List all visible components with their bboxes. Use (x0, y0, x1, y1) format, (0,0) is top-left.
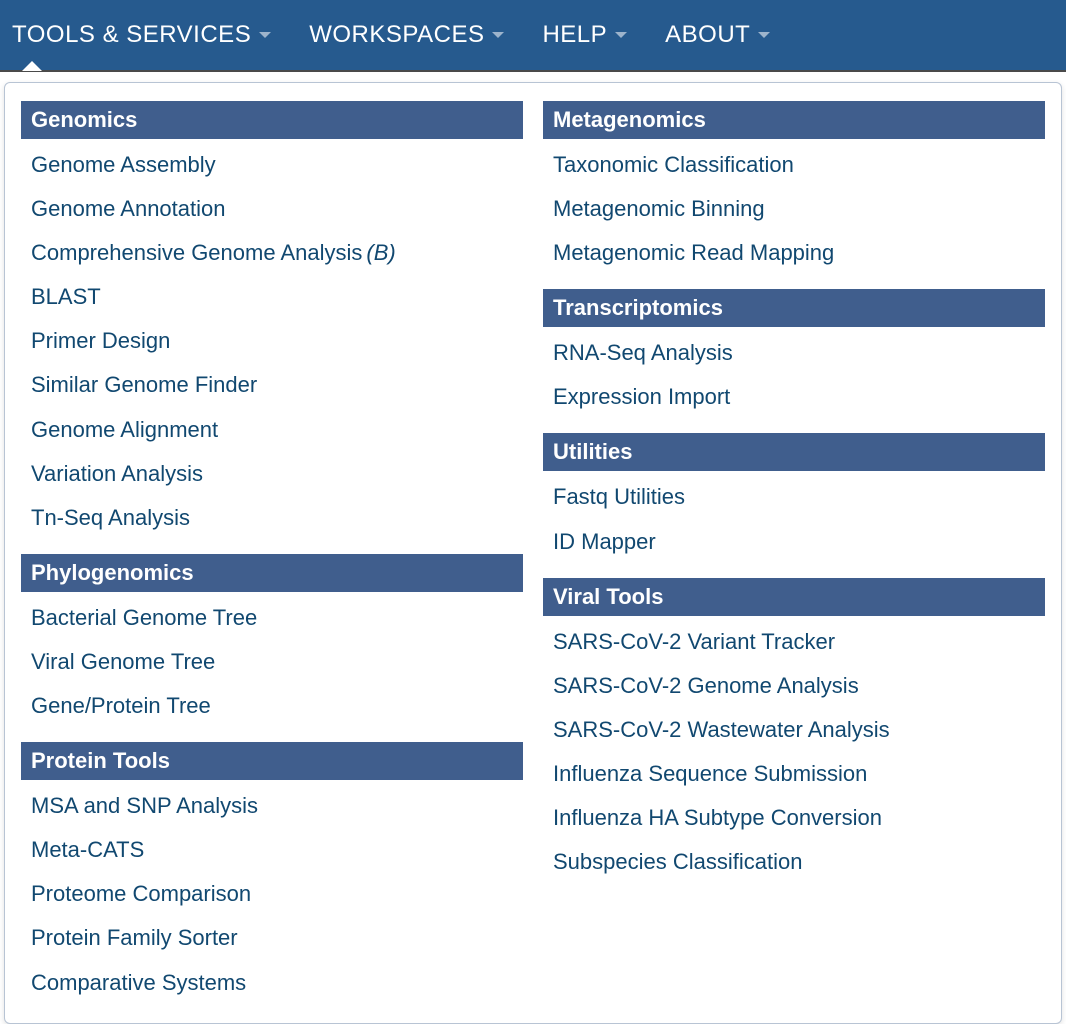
menu-link-sars-cov-2-variant-tracker[interactable]: SARS-CoV-2 Variant Tracker (543, 620, 1045, 664)
menu-link-label: Tn-Seq Analysis (31, 505, 190, 530)
menu-link-label: BLAST (31, 284, 101, 309)
menu-link-comprehensive-genome-analysis[interactable]: Comprehensive Genome Analysis(B) (21, 231, 523, 275)
menu-link-genome-annotation[interactable]: Genome Annotation (21, 187, 523, 231)
menu-column-left: Genomics Genome Assembly Genome Annotation… (11, 101, 533, 1005)
menu-link-protein-family-sorter[interactable]: Protein Family Sorter (21, 916, 523, 960)
menu-link-similar-genome-finder[interactable]: Similar Genome Finder (21, 363, 523, 407)
menu-link-primer-design[interactable]: Primer Design (21, 319, 523, 363)
menu-link-metagenomic-binning[interactable]: Metagenomic Binning (543, 187, 1045, 231)
menu-link-blast[interactable]: BLAST (21, 275, 523, 319)
menu-link-tn-seq-analysis[interactable]: Tn-Seq Analysis (21, 496, 523, 540)
nav-item-help[interactable]: HELP (534, 21, 645, 49)
main-navbar: TOOLS & SERVICES WORKSPACES HELP ABOUT (0, 0, 1066, 72)
menu-link-label: Metagenomic Read Mapping (553, 240, 834, 265)
menu-link-label: Gene/Protein Tree (31, 693, 211, 718)
menu-link-proteome-comparison[interactable]: Proteome Comparison (21, 872, 523, 916)
menu-link-label: Meta-CATS (31, 837, 144, 862)
menu-link-label: RNA-Seq Analysis (553, 340, 733, 365)
menu-link-suffix: (B) (366, 240, 395, 265)
section-header-utilities: Utilities (543, 433, 1045, 471)
chevron-down-icon (615, 32, 627, 38)
menu-link-sars-cov-2-genome-analysis[interactable]: SARS-CoV-2 Genome Analysis (543, 664, 1045, 708)
menu-link-comparative-systems[interactable]: Comparative Systems (21, 961, 523, 1005)
menu-link-label: Protein Family Sorter (31, 925, 238, 950)
menu-link-genome-assembly[interactable]: Genome Assembly (21, 143, 523, 187)
menu-link-label: SARS-CoV-2 Wastewater Analysis (553, 717, 890, 742)
menu-link-label: Subspecies Classification (553, 849, 802, 874)
menu-link-label: Influenza HA Subtype Conversion (553, 805, 882, 830)
menu-link-label: Genome Assembly (31, 152, 216, 177)
section-gap (543, 564, 1045, 578)
menu-link-label: MSA and SNP Analysis (31, 793, 258, 818)
menu-link-gene-protein-tree[interactable]: Gene/Protein Tree (21, 684, 523, 728)
menu-link-label: Viral Genome Tree (31, 649, 215, 674)
nav-item-label: WORKSPACES (309, 21, 484, 49)
menu-link-sars-cov-2-wastewater-analysis[interactable]: SARS-CoV-2 Wastewater Analysis (543, 708, 1045, 752)
menu-link-influenza-sequence-submission[interactable]: Influenza Sequence Submission (543, 752, 1045, 796)
nav-item-label: TOOLS & SERVICES (12, 21, 251, 49)
menu-link-genome-alignment[interactable]: Genome Alignment (21, 408, 523, 452)
nav-item-label: HELP (542, 21, 607, 49)
menu-link-expression-import[interactable]: Expression Import (543, 375, 1045, 419)
menu-column-right: Metagenomics Taxonomic Classification Meta… (533, 101, 1055, 1005)
section-header-transcriptomics: Transcriptomics (543, 289, 1045, 327)
menu-link-label: Influenza Sequence Submission (553, 761, 867, 786)
menu-link-influenza-ha-subtype-conversion[interactable]: Influenza HA Subtype Conversion (543, 796, 1045, 840)
menu-link-metagenomic-read-mapping[interactable]: Metagenomic Read Mapping (543, 231, 1045, 275)
nav-item-about[interactable]: ABOUT (657, 21, 788, 49)
menu-link-label: Proteome Comparison (31, 881, 251, 906)
menu-link-viral-genome-tree[interactable]: Viral Genome Tree (21, 640, 523, 684)
section-gap (543, 275, 1045, 289)
tools-services-menu: Genomics Genome Assembly Genome Annotation… (4, 82, 1062, 1024)
menu-link-taxonomic-classification[interactable]: Taxonomic Classification (543, 143, 1045, 187)
menu-link-label: Genome Alignment (31, 417, 218, 442)
menu-link-label: Taxonomic Classification (553, 152, 794, 177)
menu-link-msa-and-snp-analysis[interactable]: MSA and SNP Analysis (21, 784, 523, 828)
menu-link-rna-seq-analysis[interactable]: RNA-Seq Analysis (543, 331, 1045, 375)
menu-link-label: Comparative Systems (31, 970, 246, 995)
menu-link-label: ID Mapper (553, 529, 656, 554)
menu-link-label: Similar Genome Finder (31, 372, 257, 397)
menu-link-label: Variation Analysis (31, 461, 203, 486)
menu-link-fastq-utilities[interactable]: Fastq Utilities (543, 475, 1045, 519)
menu-link-variation-analysis[interactable]: Variation Analysis (21, 452, 523, 496)
section-header-metagenomics: Metagenomics (543, 101, 1045, 139)
section-gap (21, 540, 523, 554)
section-gap (543, 419, 1045, 433)
chevron-down-icon (492, 32, 504, 38)
section-header-protein-tools: Protein Tools (21, 742, 523, 780)
menu-link-label: Primer Design (31, 328, 170, 353)
section-header-genomics: Genomics (21, 101, 523, 139)
section-gap (21, 728, 523, 742)
menu-link-label: Fastq Utilities (553, 484, 685, 509)
menu-link-label: Comprehensive Genome Analysis (31, 240, 362, 265)
section-header-phylogenomics: Phylogenomics (21, 554, 523, 592)
nav-item-tools-services[interactable]: TOOLS & SERVICES (4, 21, 289, 49)
menu-link-label: Metagenomic Binning (553, 196, 765, 221)
menu-link-label: Genome Annotation (31, 196, 225, 221)
menu-link-label: Expression Import (553, 384, 730, 409)
menu-link-bacterial-genome-tree[interactable]: Bacterial Genome Tree (21, 596, 523, 640)
nav-item-workspaces[interactable]: WORKSPACES (301, 21, 522, 49)
menu-link-label: SARS-CoV-2 Variant Tracker (553, 629, 835, 654)
menu-link-meta-cats[interactable]: Meta-CATS (21, 828, 523, 872)
section-header-viral-tools: Viral Tools (543, 578, 1045, 616)
chevron-down-icon (758, 32, 770, 38)
nav-item-label: ABOUT (665, 21, 750, 49)
menu-link-subspecies-classification[interactable]: Subspecies Classification (543, 840, 1045, 884)
menu-link-label: SARS-CoV-2 Genome Analysis (553, 673, 859, 698)
chevron-down-icon (259, 32, 271, 38)
menu-link-id-mapper[interactable]: ID Mapper (543, 520, 1045, 564)
menu-link-label: Bacterial Genome Tree (31, 605, 257, 630)
